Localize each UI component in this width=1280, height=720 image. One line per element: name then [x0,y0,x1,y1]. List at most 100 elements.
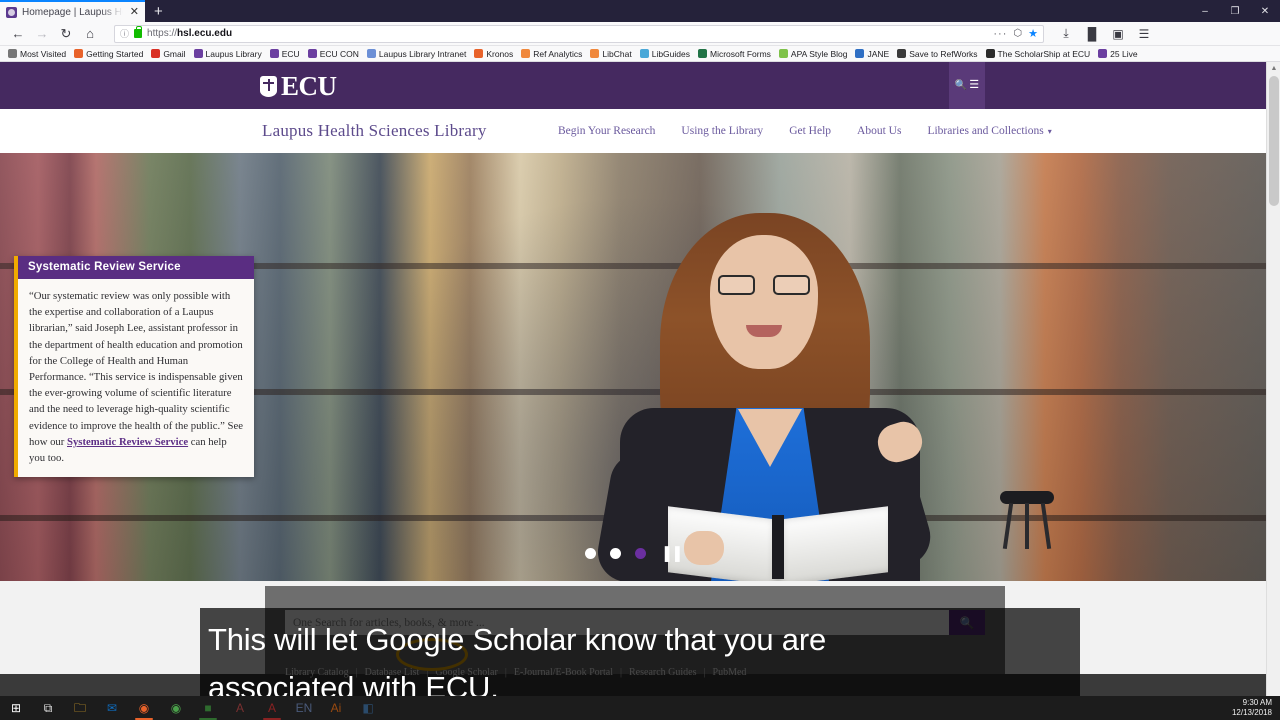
taskbar-file-explorer[interactable]: 🗀 [64,696,96,720]
ecu-shield-icon [307,49,317,58]
sidebar-icon[interactable]: ▣ [1106,23,1130,45]
nav-item-get-help[interactable]: Get Help [789,125,831,137]
carousel-controls: ▐▐ [0,547,1266,560]
browser-tab[interactable]: Homepage | Laupus Health Sci ✕ [0,0,145,22]
bookmark-item[interactable]: Ref Analytics [517,49,586,59]
taskbar-photoshop[interactable]: ◧ [352,696,384,720]
site-title[interactable]: Laupus Health Sciences Library [262,121,487,141]
minimize-button[interactable]: – [1190,0,1220,22]
close-window-button[interactable]: ✕ [1250,0,1280,22]
ecu-shield-icon [269,49,279,58]
carousel-dot-1[interactable] [585,548,597,559]
hamburger-menu-icon[interactable]: ☰ [1132,23,1156,45]
page-scrollbar[interactable]: ▲ [1266,62,1280,720]
bookmark-item[interactable]: LibGuides [636,49,694,59]
lock-icon [134,26,143,38]
bookmark-item[interactable]: Microsoft Forms [694,49,775,59]
taskbar-adobe-reader[interactable]: A [256,696,288,720]
bookmark-item[interactable]: Laupus Library Intranet [363,49,470,59]
page-info-icon[interactable]: ⓘ [120,27,129,40]
bookmark-item[interactable]: Most Visited [4,49,70,59]
bookmark-item[interactable]: JANE [851,49,893,59]
new-tab-button[interactable]: + [145,2,172,22]
taskbar-firefox[interactable]: ◉ [128,696,160,720]
nav-item-libraries-and-collections[interactable]: Libraries and Collections [927,125,1043,137]
bookmarks-bar: Most Visited Getting Started Gmail Laupus L… [0,46,1280,62]
ecu-shield-icon [193,49,203,58]
bookmark-item[interactable]: The ScholarShip at ECU [982,49,1095,59]
bookmark-label: ECU CON [319,48,359,59]
promo-card: Systematic Review Service “Our systemati… [14,256,254,478]
bookmark-label: Kronos [486,48,514,59]
promo-text-before: “Our systematic review was only possible… [29,290,243,448]
url-text: https://hsl.ecu.edu [147,28,233,39]
bookmark-label: Gmail [163,48,186,59]
page-actions-icon[interactable]: ··· [993,28,1007,39]
jane-icon [855,49,865,58]
close-icon[interactable]: ✕ [128,6,139,18]
scroll-up-icon[interactable]: ▲ [1267,62,1280,76]
taskbar-adobe-illustrator[interactable]: Ai [320,696,352,720]
stool-decoration [1000,491,1054,550]
forward-icon[interactable]: → [30,23,54,45]
book-icon [366,49,376,58]
bookmark-item[interactable]: Getting Started [70,49,147,59]
bookmark-item[interactable]: Gmail [147,49,189,59]
taskbar-camtasia[interactable]: ■ [192,696,224,720]
systematic-review-service-link[interactable]: Systematic Review Service [67,436,188,448]
forms-icon [698,49,707,58]
library-icon[interactable]: ▐▌ [1080,23,1104,45]
ecu-logo[interactable]: ECU [260,73,337,100]
bookmark-item[interactable]: 25 Live [1094,49,1141,59]
carousel-dot-2[interactable] [610,548,622,559]
taskbar-start-button[interactable]: ⊞ [0,696,32,720]
bookmark-label: JANE [867,48,890,59]
nav-item-using-the-library[interactable]: Using the Library [681,125,763,137]
reader-mode-icon[interactable]: ⬡ [1013,28,1022,39]
bookmark-item[interactable]: LibChat [586,49,635,59]
address-bar[interactable]: ⓘ https://hsl.ecu.edu ··· ⬡ ★ [114,24,1044,43]
bookmark-label: Getting Started [86,48,144,59]
taskbar-task-view-button[interactable]: ⧉ [32,696,64,720]
bookmark-item[interactable]: Kronos [470,49,517,59]
adobe-reader-icon: A [267,701,276,715]
taskbar-outlook[interactable]: ✉ [96,696,128,720]
header-search-menu-button[interactable]: 🔍 ☰ [949,62,985,109]
bookmark-label: Save to RefWorks [909,48,978,59]
taskbar-adobe-acrobat[interactable]: A [224,696,256,720]
bookmark-item[interactable]: ECU CON [304,49,363,59]
bookmark-label: Laupus Library Intranet [378,48,467,59]
file-explorer-icon: 🗀 [73,701,86,715]
hero-photo-subject [560,213,980,581]
bookmark-item[interactable]: Save to RefWorks [893,49,981,59]
bookmark-item[interactable]: ECU [266,49,304,59]
home-icon[interactable]: ⌂ [78,23,102,45]
nav-item-begin-your-research[interactable]: Begin Your Research [558,125,655,137]
star-outline-icon [8,49,17,58]
bookmark-label: The ScholarShip at ECU [997,48,1091,59]
downloads-icon[interactable]: ⤓ [1054,23,1078,45]
bookmark-star-icon[interactable]: ★ [1028,27,1038,40]
nav-item-about-us[interactable]: About Us [857,125,901,137]
taskbar-chrome[interactable]: ◉ [160,696,192,720]
search-icon: 🔍 [954,80,968,91]
hamburger-icon: ☰ [969,79,980,91]
carousel-pause-button[interactable]: ▐▐ [660,547,680,560]
maximize-button[interactable]: ❐ [1220,0,1250,22]
reload-icon[interactable]: ↻ [54,23,78,45]
question-icon [521,49,531,58]
bookmark-item[interactable]: Laupus Library [190,49,266,59]
carousel-dot-3[interactable] [635,548,647,559]
browser-tabstrip: Homepage | Laupus Health Sci ✕ + – ❐ ✕ [0,0,1280,22]
bookmark-label: Laupus Library [205,48,262,59]
taskbar-ime-en[interactable]: EN [288,696,320,720]
back-icon[interactable]: ← [6,23,30,45]
bookmark-item[interactable]: APA Style Blog [775,49,852,59]
camtasia-icon: ■ [204,701,212,715]
gmail-icon [151,49,161,58]
ecu-masthead: ECU 🔍 ☰ [0,62,1266,109]
firefox-icon: ◉ [138,701,150,715]
system-clock[interactable]: 9:30 AM 12/13/2018 [1232,696,1272,720]
scrollbar-thumb[interactable] [1269,76,1279,206]
start-button-icon: ⊞ [10,701,22,715]
